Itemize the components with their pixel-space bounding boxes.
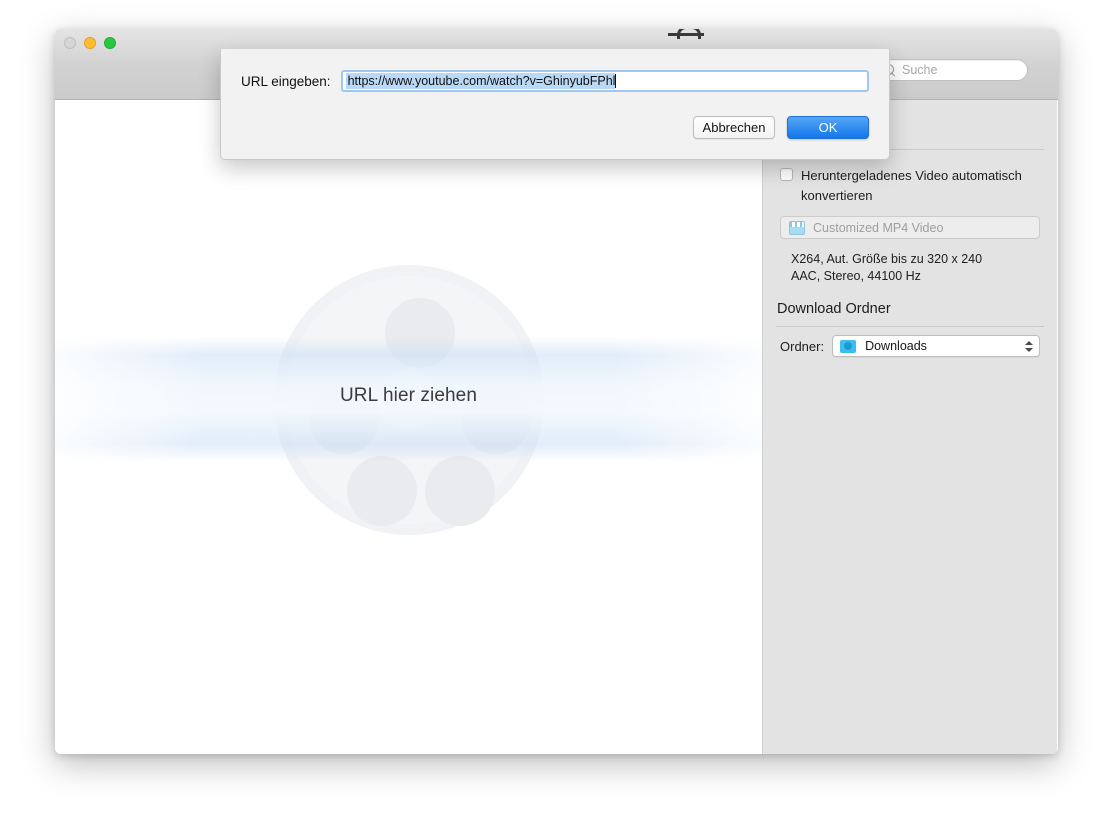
text-cursor bbox=[615, 74, 617, 88]
url-entry-dialog: URL eingeben: https://www.youtube.com/wa… bbox=[220, 49, 890, 160]
download-folder-select[interactable]: Downloads bbox=[832, 335, 1040, 357]
screenshot-root: Suche URL hier ziehen Heruntergeladenes … bbox=[0, 0, 1112, 834]
url-input-field[interactable]: https://www.youtube.com/watch?v=GhinyubF… bbox=[340, 70, 869, 92]
search-placeholder: Suche bbox=[902, 63, 938, 77]
ok-button[interactable]: OK bbox=[787, 116, 869, 139]
codec-summary: X264, Aut. Größe bis zu 320 x 240 AAC, S… bbox=[791, 251, 1040, 285]
search-input[interactable]: Suche bbox=[873, 59, 1028, 81]
url-entry-row: URL eingeben: https://www.youtube.com/wa… bbox=[221, 49, 889, 92]
cancel-label: Abbrechen bbox=[702, 120, 766, 135]
sidebar-panel: Heruntergeladenes Video automatisch konv… bbox=[763, 100, 1057, 754]
reel-hole bbox=[346, 456, 417, 526]
download-folder-row: Ordner: Downloads bbox=[777, 327, 1043, 357]
chevron-updown-icon[interactable] bbox=[1024, 338, 1033, 354]
download-folder-heading: Download Ordner bbox=[777, 301, 891, 317]
download-folder-value: Downloads bbox=[865, 339, 927, 353]
reel-hole bbox=[424, 456, 495, 526]
close-button-icon[interactable] bbox=[64, 37, 76, 49]
traffic-light-group bbox=[64, 37, 116, 49]
cancel-button[interactable]: Abbrechen bbox=[693, 116, 775, 139]
clapperboard-icon bbox=[789, 220, 805, 235]
drop-zone[interactable]: URL hier ziehen bbox=[55, 100, 763, 754]
auto-convert-checkbox[interactable] bbox=[780, 168, 793, 181]
window-body: URL hier ziehen Heruntergeladenes Video … bbox=[55, 100, 1058, 754]
drop-zone-label: URL hier ziehen bbox=[339, 385, 478, 406]
codec-video-line: X264, Aut. Größe bis zu 320 x 240 bbox=[791, 252, 983, 266]
conversion-preset-field[interactable]: Customized MP4 Video bbox=[780, 216, 1040, 239]
ok-label: OK bbox=[818, 120, 838, 135]
url-input-value: https://www.youtube.com/watch?v=GhinyubF… bbox=[345, 73, 616, 89]
folder-icon bbox=[840, 339, 857, 353]
maximize-button-icon[interactable] bbox=[104, 37, 116, 49]
url-entry-label: URL eingeben: bbox=[241, 73, 331, 89]
minimize-button-icon[interactable] bbox=[84, 37, 96, 49]
codec-audio-line: AAC, Stereo, 44100 Hz bbox=[791, 269, 921, 283]
conversion-preset-label: Customized MP4 Video bbox=[813, 220, 944, 235]
download-folder-label: Ordner: bbox=[780, 338, 825, 354]
auto-convert-label: Heruntergeladenes Video automatisch konv… bbox=[801, 168, 1022, 203]
dialog-button-row: Abbrechen OK bbox=[693, 116, 869, 139]
